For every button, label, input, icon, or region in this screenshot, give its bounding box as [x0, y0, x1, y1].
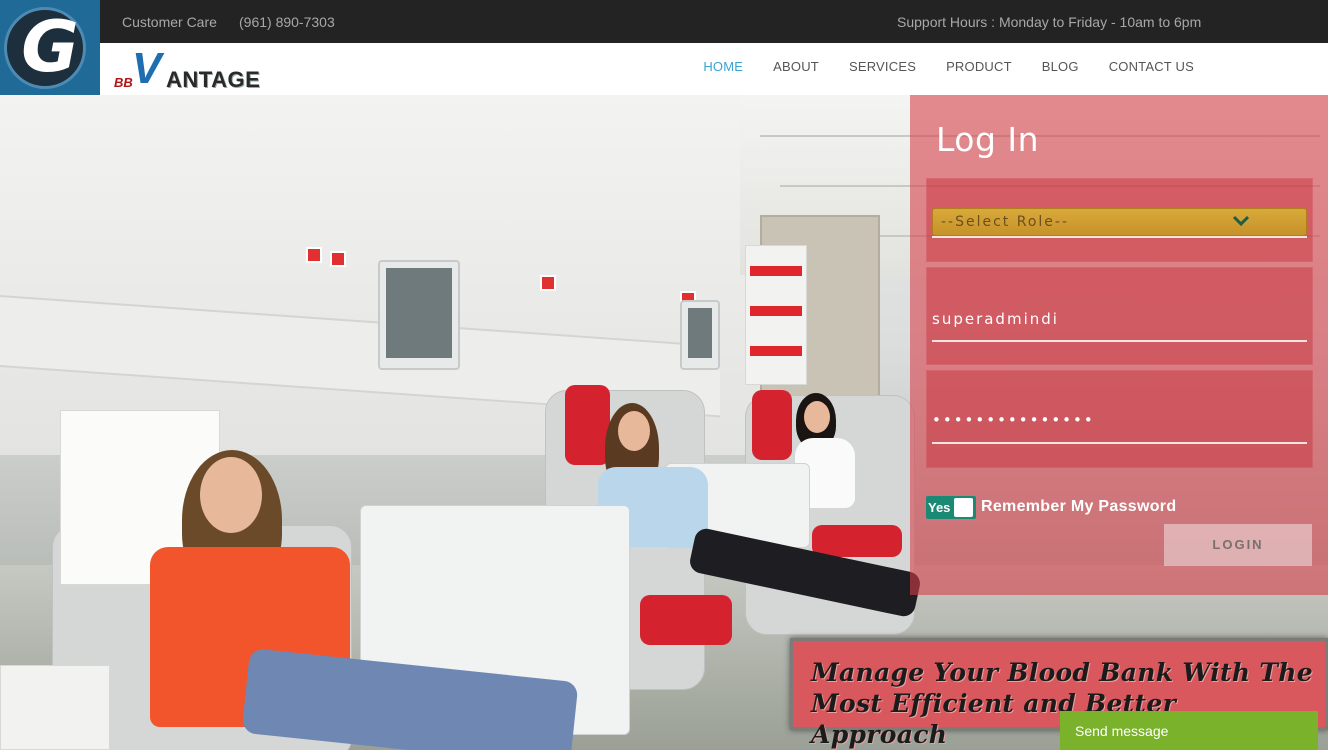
username-input[interactable]: superadmindi [932, 310, 1059, 328]
nav-blog[interactable]: BLOG [1042, 59, 1079, 74]
password-input[interactable]: ••••••••••••••• [932, 411, 1095, 429]
support-hours: Support Hours : Monday to Friday - 10am … [897, 14, 1202, 30]
nav-menu: HOME ABOUT SERVICES PRODUCT BLOG CONTACT… [703, 59, 1194, 74]
nav-home[interactable]: HOME [703, 59, 743, 74]
chair-headrest [752, 390, 792, 460]
wall-socket [540, 275, 556, 291]
role-underline [932, 236, 1307, 238]
send-message-button[interactable]: Send message [1060, 711, 1318, 750]
remember-password-label[interactable]: Remember My Password [981, 498, 1176, 516]
login-button[interactable]: LOGIN [1164, 524, 1312, 566]
role-select[interactable]: --Select Role-- [932, 208, 1307, 236]
person-face [200, 457, 262, 533]
tagline-line-1: Manage Your Blood Bank With The [811, 658, 1313, 687]
password-underline [932, 442, 1307, 444]
monitor [680, 300, 720, 370]
wall-socket [330, 251, 346, 267]
site-logo-mark[interactable]: G [0, 0, 100, 95]
customer-care-label: Customer Care [122, 14, 217, 30]
logo-letter: G [21, 6, 79, 88]
chair-seat [812, 525, 902, 557]
nav-contact-us[interactable]: CONTACT US [1109, 59, 1194, 74]
top-contact-bar: Customer Care (961) 890-7303 Support Hou… [0, 0, 1328, 43]
remember-toggle[interactable]: Yes [926, 496, 976, 519]
nav-services[interactable]: SERVICES [849, 59, 916, 74]
brand-logo[interactable]: BB V ANTAGE [112, 45, 272, 93]
wall-socket [306, 247, 322, 263]
monitor [378, 260, 460, 370]
person-face [618, 411, 650, 451]
chevron-down-icon[interactable] [1232, 212, 1250, 230]
main-navbar: BB V ANTAGE HOME ABOUT SERVICES PRODUCT … [100, 43, 1328, 95]
customer-care-phone[interactable]: (961) 890-7303 [239, 14, 335, 30]
foreground-stand [0, 665, 110, 750]
chair-headrest [565, 385, 610, 465]
nav-product[interactable]: PRODUCT [946, 59, 1012, 74]
remember-toggle-knob [954, 498, 973, 517]
brand-prefix: BB [114, 75, 133, 90]
person-face [804, 401, 830, 433]
brand-name: ANTAGE [166, 67, 261, 92]
chair-seat [640, 595, 732, 645]
hero-rack [745, 245, 807, 385]
brand-v: V [132, 44, 162, 93]
username-underline [932, 340, 1307, 342]
login-title: Log In [936, 120, 1040, 159]
nav-about[interactable]: ABOUT [773, 59, 819, 74]
remember-toggle-label: Yes [928, 500, 951, 515]
